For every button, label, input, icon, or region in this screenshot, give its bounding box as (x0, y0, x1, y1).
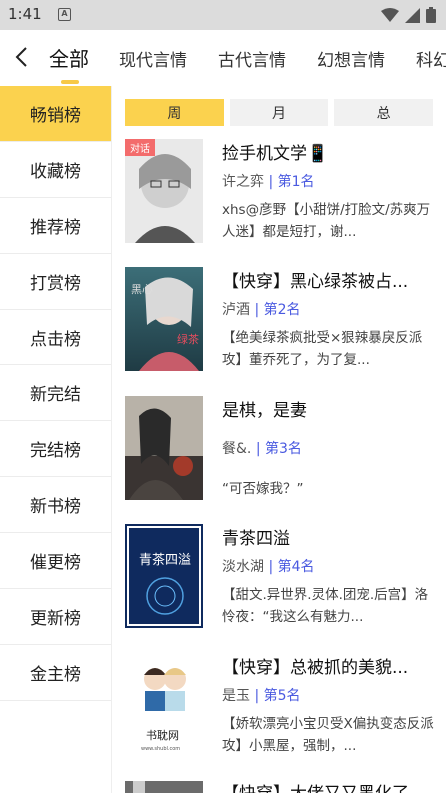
active-tab-indicator (61, 80, 79, 84)
book-description: 【甜文.异世界.灵体.团宠.后宫】洛怜夜：“我这么有魅力... (222, 587, 429, 625)
period-total-tab[interactable]: 总 (334, 99, 434, 126)
cover-logo-text: 书耽网 (146, 728, 179, 742)
book-title[interactable]: 捡手机文学📱 (222, 139, 434, 164)
book-item[interactable]: 对话 捡手机文学📱 许之弈 | 第1名 xhs@彦野【小甜饼/打脸文/苏爽万人迷… (125, 139, 435, 249)
back-arrow-icon (15, 47, 27, 67)
tab-all[interactable]: 全部 (49, 43, 89, 72)
tab-modern-romance[interactable]: 现代言情 (119, 46, 187, 71)
book-meta: 淡水湖 | 第4名 (222, 559, 315, 575)
book-meta: 是玉 | 第5名 (222, 688, 301, 704)
svg-text:绿茶: 绿茶 (177, 332, 199, 346)
sidebar-item-tips[interactable]: 打赏榜 (0, 254, 111, 310)
cover-title-text: 青茶四溢 (139, 552, 191, 568)
book-rank: 第4名 (277, 559, 315, 575)
book-title[interactable]: 【快穿】大佬又又黑化了 (222, 781, 434, 793)
book-rank: 第3名 (265, 441, 302, 457)
book-meta: 餐&. | 第3名 (222, 441, 302, 457)
status-time: 1:41 (8, 5, 42, 23)
book-meta: 泸酒 | 第2名 (222, 302, 301, 318)
period-week-tab[interactable]: 周 (125, 99, 224, 126)
app-notification-icon: A (58, 8, 71, 21)
book-item[interactable]: 书耽网 www.shubl.com 【快穿】总被抓的美貌... 是玉 | 第5名… (125, 653, 435, 763)
battery-icon (426, 7, 436, 23)
status-bar: 1:41 A (0, 0, 446, 30)
book-item[interactable]: 【快穿】大佬又又黑化了 (125, 781, 435, 793)
period-month-tab[interactable]: 月 (229, 99, 329, 126)
sidebar-item-completed[interactable]: 完结榜 (0, 421, 111, 478)
book-cover[interactable] (125, 781, 203, 793)
book-cover[interactable]: 青茶四溢 (125, 524, 203, 628)
sidebar-item-favorites[interactable]: 收藏榜 (0, 142, 111, 198)
ranking-sidebar: 畅销榜 收藏榜 推荐榜 打赏榜 点击榜 新完结 完结榜 新书榜 催更榜 更新榜 … (0, 86, 112, 793)
book-author[interactable]: 是玉 (222, 688, 250, 704)
book-title[interactable]: 是棋，是妻 (222, 396, 434, 421)
wifi-icon (381, 7, 399, 22)
category-tab-bar: 全部 现代言情 古代言情 幻想言情 科幻 (0, 30, 446, 86)
book-description: xhs@彦野【小甜饼/打脸文/苏爽万人迷】都是短打，谢... (222, 202, 431, 240)
sidebar-item-bestseller[interactable]: 畅销榜 (0, 86, 111, 142)
sidebar-item-urge-update[interactable]: 催更榜 (0, 533, 111, 590)
book-cover[interactable] (125, 396, 203, 500)
book-title[interactable]: 青茶四溢 (222, 524, 434, 549)
sidebar-item-new-books[interactable]: 新书榜 (0, 477, 111, 534)
book-description: 【娇软漂亮小宝贝受X偏执变态反派攻】小黑屋，强制，... (222, 716, 434, 754)
svg-text:黑心: 黑心 (131, 283, 153, 296)
book-meta: 许之弈 | 第1名 (222, 174, 315, 190)
book-cover[interactable]: 黑心 绿茶 (125, 267, 203, 371)
tab-fantasy-romance[interactable]: 幻想言情 (317, 46, 385, 71)
cover-logo-url: www.shubl.com (141, 746, 180, 752)
book-description: 【绝美绿茶疯批受×狠辣暴戾反派攻】董乔死了，为了复... (222, 330, 423, 368)
book-item[interactable]: 是棋，是妻 餐&. | 第3名 “可否嫁我？” (125, 396, 435, 506)
book-description: “可否嫁我？” (222, 481, 304, 497)
book-title[interactable]: 【快穿】黑心绿茶被占... (222, 267, 434, 292)
status-icons (381, 7, 436, 23)
sidebar-item-updates[interactable]: 更新榜 (0, 589, 111, 645)
book-cover[interactable]: 对话 (125, 139, 203, 243)
book-author[interactable]: 许之弈 (222, 174, 264, 190)
book-rank: 第2名 (263, 302, 301, 318)
signal-icon (405, 7, 420, 23)
book-author[interactable]: 餐&. (222, 441, 251, 457)
tab-ancient-romance[interactable]: 古代言情 (218, 46, 286, 71)
back-button[interactable] (6, 42, 36, 72)
book-author[interactable]: 泸酒 (222, 302, 250, 318)
book-rank: 第5名 (263, 688, 301, 704)
sidebar-item-clicks[interactable]: 点击榜 (0, 310, 111, 366)
book-rank: 第1名 (277, 174, 315, 190)
book-item[interactable]: 黑心 绿茶 【快穿】黑心绿茶被占... 泸酒 | 第2名 【绝美绿茶疯批受×狠辣… (125, 267, 435, 377)
book-item[interactable]: 青茶四溢 青茶四溢 淡水湖 | 第4名 【甜文.异世界.灵体.团宠.后宫】洛怜夜… (125, 524, 435, 634)
sidebar-item-new-completed[interactable]: 新完结 (0, 365, 111, 422)
dialogue-badge: 对话 (125, 139, 155, 156)
tab-scifi[interactable]: 科幻 (416, 46, 446, 71)
period-tabs: 周 月 总 (125, 99, 434, 126)
book-title[interactable]: 【快穿】总被抓的美貌... (222, 653, 434, 678)
sidebar-item-patrons[interactable]: 金主榜 (0, 645, 111, 701)
sidebar-item-recommend[interactable]: 推荐榜 (0, 198, 111, 254)
book-cover[interactable]: 书耽网 www.shubl.com (125, 653, 203, 757)
book-author[interactable]: 淡水湖 (222, 559, 264, 575)
